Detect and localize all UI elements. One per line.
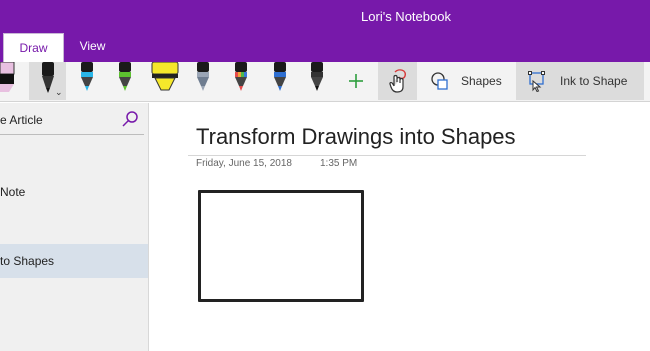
lasso-select-icon (389, 69, 407, 93)
shapes-label: Shapes (461, 74, 502, 88)
pen-green-icon[interactable] (114, 62, 136, 94)
lasso-select-button[interactable] (378, 62, 417, 100)
drawn-rectangle-shape[interactable] (198, 190, 364, 302)
tab-view[interactable]: View (70, 32, 115, 62)
ink-to-shape-icon (528, 71, 545, 92)
shapes-icon (431, 72, 448, 90)
search-input[interactable]: e Article (0, 113, 43, 127)
page-list-pane: e Article Note to Shapes (0, 103, 149, 351)
tab-draw[interactable]: Draw (3, 33, 64, 62)
window-title: Lori's Notebook (361, 9, 451, 24)
page-item-label: to Shapes (0, 254, 55, 268)
add-pen-button[interactable] (341, 62, 373, 100)
ink-to-shape-button[interactable]: Ink to Shape (516, 62, 644, 100)
page-date: Friday, June 15, 2018 (196, 158, 292, 169)
draw-ribbon: ⌄ Shapes Ink to Shape (0, 62, 650, 102)
title-bar: Lori's Notebook (0, 0, 650, 32)
chevron-down-icon[interactable]: ⌄ (55, 87, 63, 98)
pen-galaxy-icon[interactable] (192, 62, 214, 94)
title-divider (188, 155, 586, 156)
page-title[interactable]: Transform Drawings into Shapes (196, 124, 516, 150)
search-icon[interactable] (121, 110, 139, 128)
shapes-button[interactable]: Shapes (420, 62, 514, 100)
ribbon-tabs: Draw View (0, 32, 650, 62)
search-underline (0, 134, 144, 135)
pen-rainbow-icon[interactable] (230, 62, 252, 94)
page-time: 1:35 PM (320, 158, 358, 169)
pen-cyan-icon[interactable] (76, 62, 98, 94)
pen-blue-icon[interactable] (269, 62, 291, 94)
pen-partial-icon[interactable] (0, 62, 22, 94)
page-item-to-shapes[interactable]: to Shapes (0, 244, 148, 278)
ink-to-shape-label: Ink to Shape (560, 74, 628, 88)
highlighter-yellow-icon[interactable] (151, 62, 179, 94)
pen-black-icon[interactable] (306, 62, 328, 94)
page-item-note[interactable]: Note (0, 185, 148, 199)
plus-icon (349, 74, 363, 88)
